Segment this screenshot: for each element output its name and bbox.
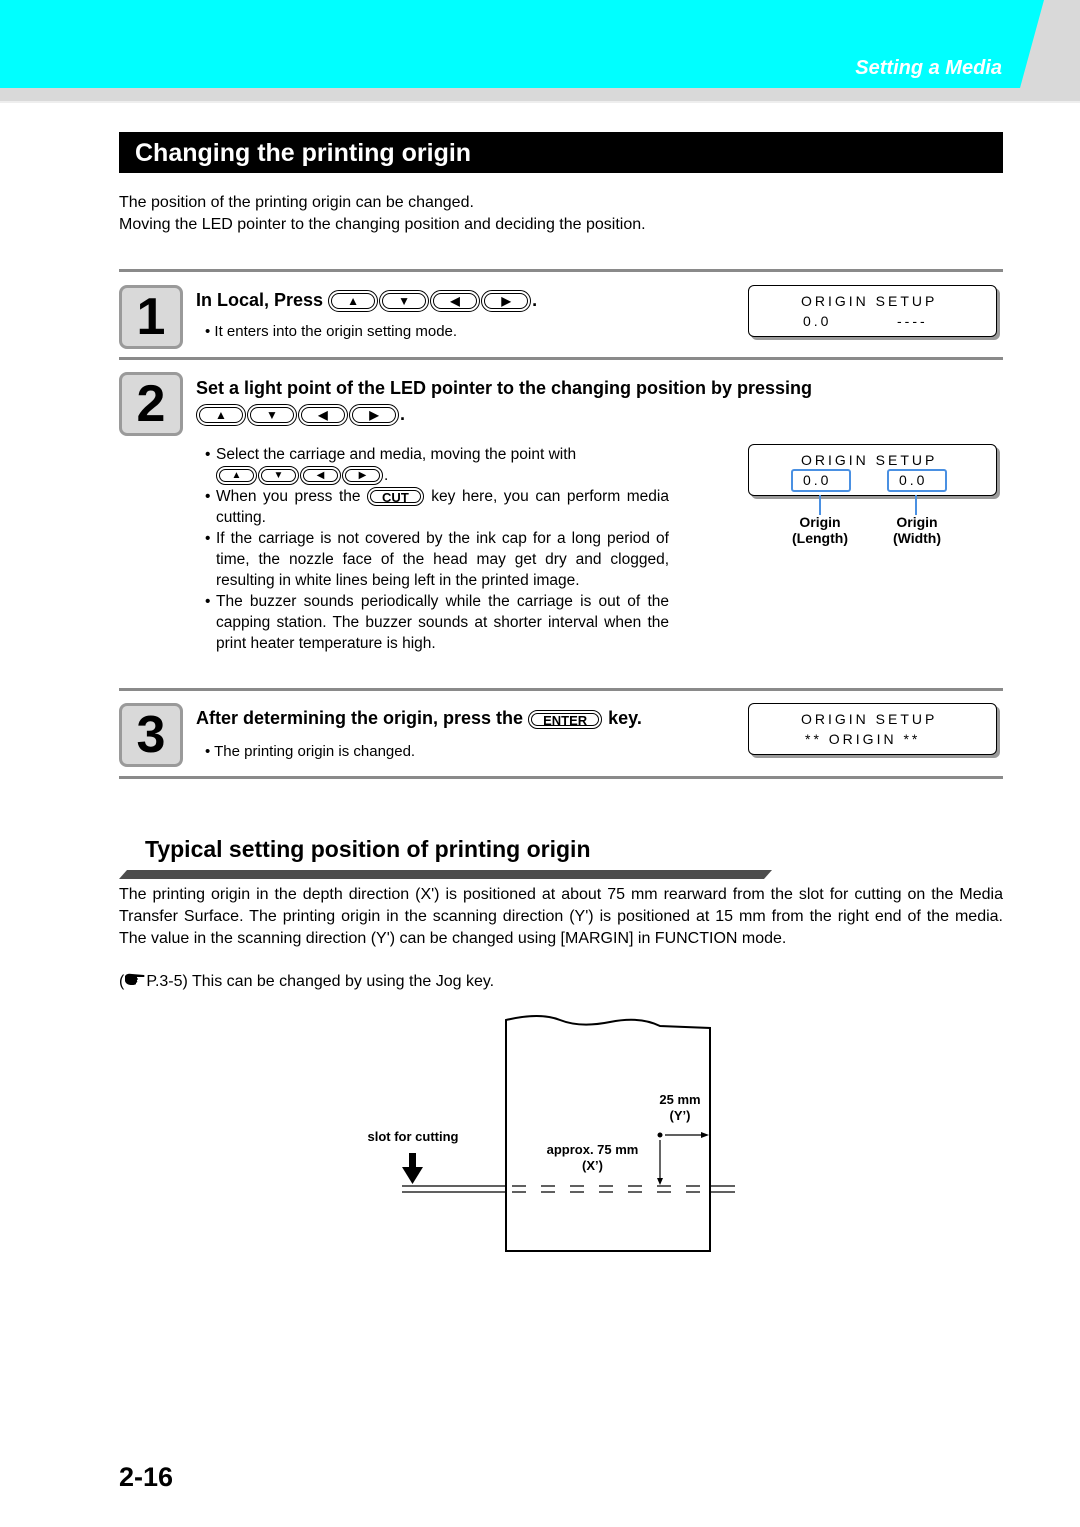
page-number: 2-16 [119, 1462, 174, 1492]
down-key: ▼ [247, 404, 297, 427]
down-key: ▼ [379, 290, 430, 313]
label-line: approx. 75 mm [546, 1142, 639, 1157]
left-arrow-icon: ◀ [318, 408, 328, 423]
up-key: ▲ [328, 290, 379, 313]
down-arrow-icon: ▼ [266, 408, 278, 423]
right-arrow-icon: ▶ [369, 408, 379, 423]
label-line: (X’) [582, 1158, 603, 1173]
up-arrow-icon: ▲ [215, 408, 227, 423]
left-key: ◀ [300, 466, 341, 486]
enter-key-label: ENTER [543, 712, 588, 728]
origin-point [657, 1132, 663, 1138]
up-arrow-icon: ▲ [347, 294, 360, 309]
up-arrow-icon: ▲ [231, 470, 242, 482]
slot-arrow-icon [402, 1153, 423, 1184]
left-key: ◀ [430, 290, 481, 313]
right-key: ▶ [342, 466, 383, 486]
down-arrow-icon: ▼ [398, 294, 411, 309]
right-key: ▶ [481, 290, 532, 313]
slot-for-cutting-label: slot for cutting [367, 1129, 459, 1144]
down-arrow-icon: ▼ [273, 470, 284, 482]
left-arrow-icon: ◀ [316, 470, 325, 482]
label-line: (Y’) [669, 1108, 691, 1123]
y-dimension-label: 25 mm (Y’) [645, 1092, 715, 1124]
right-arrow-icon: ▶ [501, 294, 511, 309]
label-line: 25 mm [659, 1092, 701, 1107]
origin-position-diagram [402, 1015, 735, 1252]
left-key: ◀ [298, 404, 348, 427]
left-arrow-icon: ◀ [450, 294, 460, 309]
step-2-keys: ▲ ▼ ◀ ▶. [196, 404, 405, 427]
right-key: ▶ [349, 404, 399, 427]
up-key: ▲ [216, 466, 257, 486]
down-key: ▼ [258, 466, 299, 486]
x-dimension-label: approx. 75 mm (X’) [535, 1142, 650, 1174]
cut-key-label: CUT [382, 490, 409, 506]
media-sheet [505, 1015, 711, 1252]
up-key: ▲ [196, 404, 246, 427]
right-arrow-icon: ▶ [358, 470, 367, 482]
